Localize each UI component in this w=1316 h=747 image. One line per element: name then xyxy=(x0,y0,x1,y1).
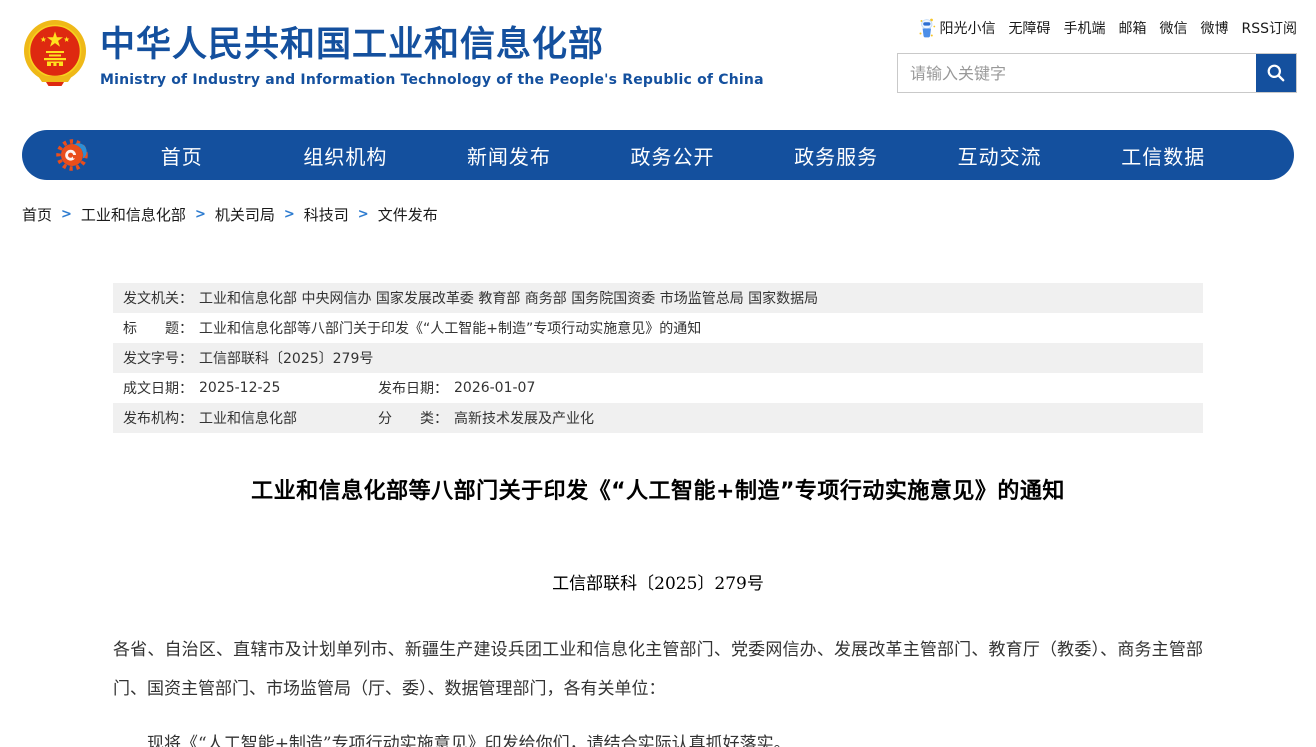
paragraph-body: 现将《“人工智能+制造”专项行动实施意见》印发给你们，请结合实际认真抓好落实。 xyxy=(113,725,1203,747)
meta-label: 发布日期： xyxy=(378,378,448,398)
nav-item-gov-services[interactable]: 政务服务 xyxy=(754,141,918,170)
quick-link-wechat[interactable]: 微信 xyxy=(1159,18,1187,38)
meta-row-title: 标 题： 工业和信息化部等八部门关于印发《“人工智能+制造”专项行动实施意见》的… xyxy=(113,313,1203,343)
meta-value: 2026-01-07 xyxy=(454,380,535,396)
mascot-icon xyxy=(918,18,936,38)
quick-link-rss[interactable]: RSS订阅 xyxy=(1241,18,1297,38)
quick-link-weibo[interactable]: 微博 xyxy=(1200,18,1228,38)
meta-row-dates: 成文日期： 2025-12-25 发布日期： 2026-01-07 xyxy=(113,373,1203,403)
breadcrumb-item-document-release[interactable]: 文件发布 xyxy=(378,204,438,225)
breadcrumb-item-miit[interactable]: 工业和信息化部 xyxy=(81,204,186,225)
nav-item-interaction[interactable]: 互动交流 xyxy=(918,141,1082,170)
meta-value: 高新技术发展及产业化 xyxy=(454,408,594,428)
breadcrumb-separator-icon: > xyxy=(61,207,72,222)
meta-label: 成文日期： xyxy=(123,378,193,398)
breadcrumb-item-science-tech-dept[interactable]: 科技司 xyxy=(304,204,349,225)
page: 中华人民共和国工业和信息化部 Ministry of Industry and … xyxy=(0,0,1316,747)
search-icon xyxy=(1266,63,1286,83)
meta-label: 标 题： xyxy=(123,318,193,338)
meta-row-doc-number: 发文字号： 工信部联科〔2025〕279号 xyxy=(113,343,1203,373)
meta-label: 发布机构： xyxy=(123,408,193,428)
site-title: 中华人民共和国工业和信息化部 xyxy=(100,26,764,65)
breadcrumb-separator-icon: > xyxy=(195,207,206,222)
quick-link-mail[interactable]: 邮箱 xyxy=(1118,18,1146,38)
breadcrumb-separator-icon: > xyxy=(358,207,369,222)
national-emblem-icon xyxy=(22,20,88,88)
meta-value: 工业和信息化部 xyxy=(199,408,297,428)
paragraph-addressees: 各省、自治区、直辖市及计划单列市、新疆生产建设兵团工业和信息化主管部门、党委网信… xyxy=(113,631,1203,709)
nav-item-home[interactable]: 首页 xyxy=(100,141,264,170)
meta-label: 分 类： xyxy=(378,408,448,428)
search-bar xyxy=(897,53,1297,93)
nav-item-news[interactable]: 新闻发布 xyxy=(427,141,591,170)
header-utilities: 阳光小信 无障碍 手机端 邮箱 微信 微博 RSS订阅 xyxy=(897,18,1297,93)
search-button[interactable] xyxy=(1256,54,1296,92)
quick-link-accessibility[interactable]: 无障碍 xyxy=(1008,18,1050,38)
meta-row-issuing-authority: 发文机关： 工业和信息化部 中央网信办 国家发展改革委 教育部 商务部 国务院国… xyxy=(113,283,1203,313)
meta-row-publisher-category: 发布机构： 工业和信息化部 分 类： 高新技术发展及产业化 xyxy=(113,403,1203,433)
meta-value: 2025-12-25 xyxy=(199,380,280,396)
site-logo-link[interactable]: 中华人民共和国工业和信息化部 Ministry of Industry and … xyxy=(22,20,764,88)
meta-label: 发文字号： xyxy=(123,348,193,368)
breadcrumb-item-home[interactable]: 首页 xyxy=(22,204,52,225)
quick-link-label: 阳光小信 xyxy=(939,18,995,38)
site-subtitle: Ministry of Industry and Information Tec… xyxy=(100,72,764,88)
meta-value: 工业和信息化部 中央网信办 国家发展改革委 教育部 商务部 国务院国资委 市场监… xyxy=(199,288,818,308)
document-content: 发文机关： 工业和信息化部 中央网信办 国家发展改革委 教育部 商务部 国务院国… xyxy=(113,283,1203,747)
miit-gear-logo-icon xyxy=(54,137,90,173)
doc-meta-table: 发文机关： 工业和信息化部 中央网信办 国家发展改革委 教育部 商务部 国务院国… xyxy=(113,283,1203,433)
meta-value: 工业和信息化部等八部门关于印发《“人工智能+制造”专项行动实施意见》的通知 xyxy=(199,318,701,338)
site-header: 中华人民共和国工业和信息化部 Ministry of Industry and … xyxy=(0,0,1316,130)
quick-link-sunshine-xiaoxin[interactable]: 阳光小信 xyxy=(918,18,995,38)
quick-link-mobile[interactable]: 手机端 xyxy=(1063,18,1105,38)
breadcrumb-item-departments[interactable]: 机关司局 xyxy=(215,204,275,225)
meta-value: 工信部联科〔2025〕279号 xyxy=(199,348,373,368)
breadcrumb-separator-icon: > xyxy=(284,207,295,222)
nav-item-miit-data[interactable]: 工信数据 xyxy=(1081,141,1245,170)
document-number: 工信部联科〔2025〕279号 xyxy=(113,569,1203,594)
nav-item-organization[interactable]: 组织机构 xyxy=(264,141,428,170)
main-nav: 首页 组织机构 新闻发布 政务公开 政务服务 互动交流 工信数据 xyxy=(22,130,1294,180)
breadcrumb: 首页 > 工业和信息化部 > 机关司局 > 科技司 > 文件发布 xyxy=(22,204,1294,225)
document-title: 工业和信息化部等八部门关于印发《“人工智能+制造”专项行动实施意见》的通知 xyxy=(113,473,1203,505)
quick-links: 阳光小信 无障碍 手机端 邮箱 微信 微博 RSS订阅 xyxy=(897,18,1297,38)
meta-label: 发文机关： xyxy=(123,288,193,308)
search-input[interactable] xyxy=(898,54,1256,92)
nav-item-gov-disclosure[interactable]: 政务公开 xyxy=(591,141,755,170)
